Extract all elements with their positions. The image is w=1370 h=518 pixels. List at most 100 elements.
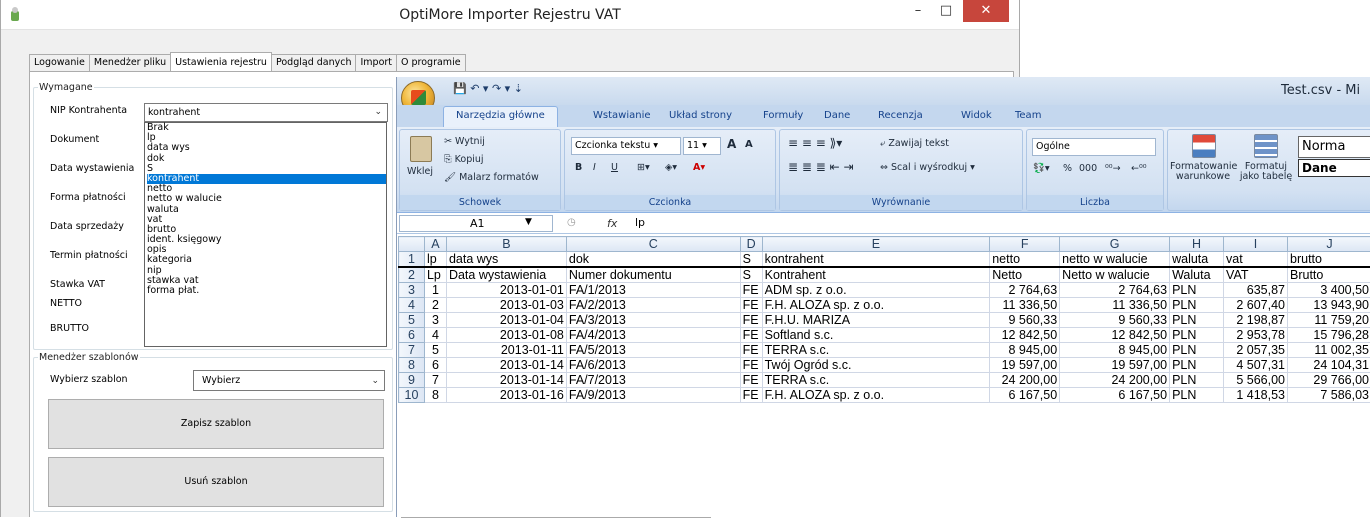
cell[interactable]: 4 507,31 (1224, 358, 1288, 373)
conditional-format-button[interactable]: Formatowanie warunkowe (1170, 162, 1236, 182)
cell[interactable]: Netto (990, 267, 1060, 283)
cell[interactable]: 2013-01-08 (446, 328, 566, 343)
customize-icon[interactable]: ⇣ (514, 82, 523, 95)
dropdown-option[interactable]: forma płat. (147, 286, 386, 296)
cell[interactable]: 2013-01-14 (446, 358, 566, 373)
grow-font-button[interactable]: A (727, 137, 736, 151)
cell[interactable]: 2 764,63 (1060, 283, 1170, 298)
tab-import[interactable]: Import (355, 54, 397, 72)
cell[interactable]: 5 566,00 (1224, 373, 1288, 388)
select-all-corner[interactable] (399, 237, 425, 252)
cell[interactable]: 2 (424, 298, 446, 313)
cell[interactable]: S (740, 267, 762, 283)
sheet-table[interactable]: ABCDEFGHIJ 1lpdata wysdokSkontrahentnett… (398, 236, 1370, 403)
cell[interactable]: 19 597,00 (990, 358, 1060, 373)
format-painter-button[interactable]: 🖌 Malarz formatów (444, 172, 539, 183)
cell[interactable]: 19 597,00 (1060, 358, 1170, 373)
cell[interactable]: Netto w walucie (1060, 267, 1170, 283)
cell[interactable]: Brutto (1288, 267, 1370, 283)
cell[interactable]: netto (990, 252, 1060, 268)
ribbon-tab-insert[interactable]: Wstawianie (593, 110, 651, 121)
ribbon-tab-formulas[interactable]: Formuły (763, 110, 803, 121)
row-header[interactable]: 5 (399, 313, 425, 328)
ribbon-tab-home[interactable]: Narzędzia główne (443, 106, 558, 127)
cell[interactable]: 2013-01-14 (446, 373, 566, 388)
cell[interactable]: 1 (424, 283, 446, 298)
ribbon-tab-data[interactable]: Dane (824, 110, 850, 121)
redo-icon[interactable]: ↷ ▾ (492, 82, 510, 95)
cell[interactable]: PLN (1170, 283, 1224, 298)
cell[interactable]: brutto (1288, 252, 1370, 268)
cell[interactable]: 1 418,53 (1224, 388, 1288, 403)
column-header[interactable]: I (1224, 237, 1288, 252)
column-header[interactable]: D (740, 237, 762, 252)
cell[interactable]: 8 (424, 388, 446, 403)
row-header[interactable]: 10 (399, 388, 425, 403)
cell[interactable]: 6 167,50 (990, 388, 1060, 403)
dropdown-option[interactable]: kategoria (147, 255, 386, 265)
italic-button[interactable]: I (593, 162, 596, 173)
dropdown-option[interactable]: vat (147, 215, 386, 225)
row-header[interactable]: 1 (399, 252, 425, 268)
cell[interactable]: 2 057,35 (1224, 343, 1288, 358)
cell[interactable]: FA/9/2013 (566, 388, 740, 403)
merge-center-button[interactable]: ⇔ Scal i wyśrodkuj ▾ (880, 162, 975, 173)
cell[interactable]: PLN (1170, 298, 1224, 313)
minimize-button[interactable]: – (905, 0, 931, 22)
cell[interactable]: FE (740, 298, 762, 313)
ribbon-tab-review[interactable]: Recenzja (878, 110, 923, 121)
cell[interactable]: kontrahent (762, 252, 990, 268)
cell[interactable]: netto w walucie (1060, 252, 1170, 268)
row-header[interactable]: 7 (399, 343, 425, 358)
row-header[interactable]: 6 (399, 328, 425, 343)
cell[interactable]: F.H.U. MARIZA (762, 313, 990, 328)
cell[interactable]: 11 336,50 (990, 298, 1060, 313)
cell[interactable]: PLN (1170, 388, 1224, 403)
font-color-icon[interactable]: A▾ (693, 162, 705, 173)
cell[interactable]: S (740, 252, 762, 268)
cell[interactable]: 2 607,40 (1224, 298, 1288, 313)
cell[interactable]: Numer dokumentu (566, 267, 740, 283)
column-header[interactable]: H (1170, 237, 1224, 252)
spreadsheet-grid[interactable]: ABCDEFGHIJ 1lpdata wysdokSkontrahentnett… (398, 236, 1370, 517)
tab-podglad-danych[interactable]: Podgląd danych (271, 54, 357, 72)
ribbon-tab-layout[interactable]: Układ strony (669, 110, 732, 121)
cell[interactable]: 635,87 (1224, 283, 1288, 298)
cell[interactable]: FE (740, 343, 762, 358)
cell[interactable]: Twój Ogród s.c. (762, 358, 990, 373)
cell[interactable]: TERRA s.c. (762, 373, 990, 388)
column-header[interactable]: G (1060, 237, 1170, 252)
dropdown-option[interactable]: Brak (147, 123, 386, 133)
nip-select[interactable]: kontrahent ⌄ (144, 103, 388, 122)
cell[interactable]: 2013-01-04 (446, 313, 566, 328)
cell[interactable]: 2 953,78 (1224, 328, 1288, 343)
format-table-icon[interactable] (1254, 134, 1278, 158)
ribbon-tab-view[interactable]: Widok (961, 110, 992, 121)
copy-button[interactable]: ⎘ Kopiuj (444, 154, 484, 165)
cell[interactable]: 24 200,00 (1060, 373, 1170, 388)
row-header[interactable]: 4 (399, 298, 425, 313)
save-icon[interactable]: 💾 (453, 82, 467, 95)
tab-logowanie[interactable]: Logowanie (29, 54, 90, 72)
dropdown-option[interactable]: kontrahent (147, 174, 386, 184)
cell[interactable]: 2013-01-11 (446, 343, 566, 358)
column-header[interactable]: E (762, 237, 990, 252)
cell[interactable]: PLN (1170, 313, 1224, 328)
cell[interactable]: FE (740, 388, 762, 403)
conditional-format-icon[interactable] (1192, 134, 1216, 158)
cell[interactable]: 3 400,50 (1288, 283, 1370, 298)
tab-o-programie[interactable]: O programie (396, 54, 466, 72)
cell[interactable]: 12 842,50 (990, 328, 1060, 343)
cell[interactable]: vat (1224, 252, 1288, 268)
cell[interactable]: FA/4/2013 (566, 328, 740, 343)
cell[interactable]: waluta (1170, 252, 1224, 268)
column-header[interactable]: F (990, 237, 1060, 252)
cell[interactable]: 11 002,35 (1288, 343, 1370, 358)
row-header[interactable]: 2 (399, 267, 425, 283)
cell[interactable]: 2 764,63 (990, 283, 1060, 298)
dropdown-option[interactable]: ident. księgowy (147, 235, 386, 245)
cut-button[interactable]: ✂ Wytnij (444, 136, 485, 147)
cell[interactable]: 15 796,28 (1288, 328, 1370, 343)
cell[interactable]: 4 (424, 328, 446, 343)
row-header[interactable]: 3 (399, 283, 425, 298)
